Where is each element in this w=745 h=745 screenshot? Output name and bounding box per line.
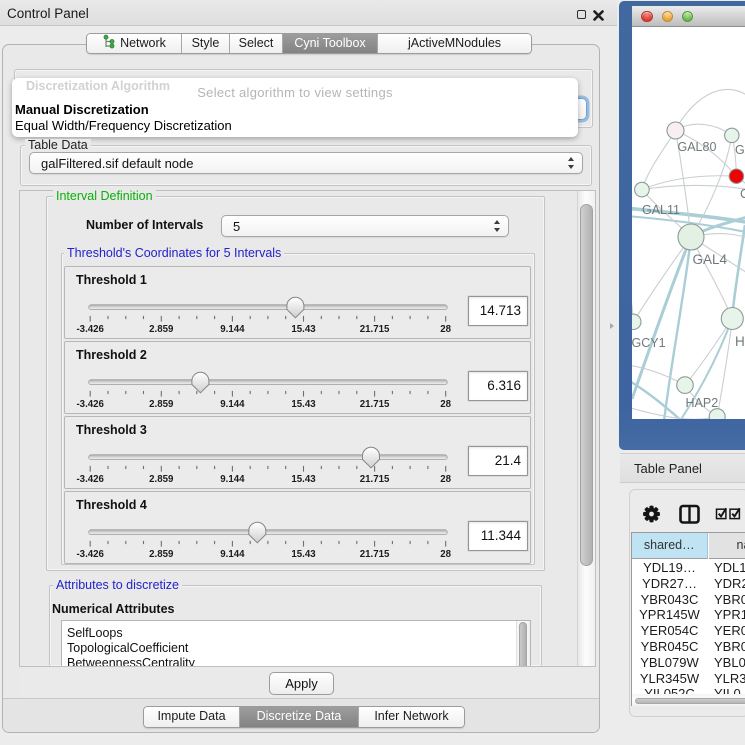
svg-text:-3.426: -3.426 xyxy=(76,549,104,560)
svg-text:28: 28 xyxy=(440,399,451,410)
svg-text:28: 28 xyxy=(440,474,451,485)
svg-text:GAL80: GAL80 xyxy=(678,140,717,154)
svg-text:28: 28 xyxy=(440,324,451,335)
svg-text:2.859: 2.859 xyxy=(149,549,174,560)
svg-text:H: H xyxy=(735,334,745,349)
svg-text:21.715: 21.715 xyxy=(360,324,390,335)
svg-text:-3.426: -3.426 xyxy=(76,324,104,335)
svg-text:15.43: 15.43 xyxy=(291,549,316,560)
svg-text:21.715: 21.715 xyxy=(360,549,390,560)
svg-text:2.859: 2.859 xyxy=(149,324,174,335)
svg-text:9.144: 9.144 xyxy=(220,474,245,485)
svg-text:2.859: 2.859 xyxy=(149,399,174,410)
svg-text:HAP2: HAP2 xyxy=(686,396,719,410)
svg-text:GAL11: GAL11 xyxy=(642,203,680,217)
svg-text:-3.426: -3.426 xyxy=(76,474,104,485)
svg-text:C: C xyxy=(740,187,745,201)
svg-text:-3.426: -3.426 xyxy=(76,399,104,410)
svg-text:GA: GA xyxy=(735,143,745,157)
svg-text:21.715: 21.715 xyxy=(360,474,390,485)
svg-text:28: 28 xyxy=(440,549,451,560)
svg-text:15.43: 15.43 xyxy=(291,324,316,335)
svg-text:GCY1: GCY1 xyxy=(632,336,666,350)
svg-text:15.43: 15.43 xyxy=(291,399,316,410)
svg-text:9.144: 9.144 xyxy=(220,324,245,335)
svg-text:9.144: 9.144 xyxy=(220,399,245,410)
svg-text:15.43: 15.43 xyxy=(291,474,316,485)
svg-text:2.859: 2.859 xyxy=(149,474,174,485)
svg-text:21.715: 21.715 xyxy=(360,399,390,410)
svg-text:GAL4: GAL4 xyxy=(693,252,728,267)
svg-text:9.144: 9.144 xyxy=(220,549,245,560)
